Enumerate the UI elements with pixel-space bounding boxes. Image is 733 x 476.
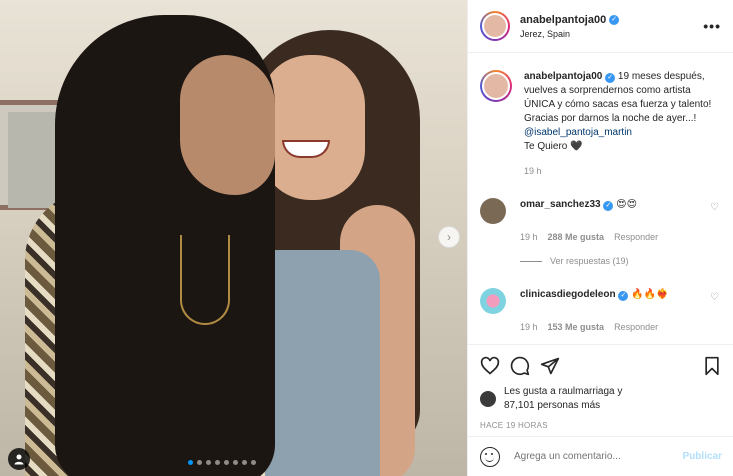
carousel-dot xyxy=(242,460,247,465)
carousel-dot xyxy=(215,460,220,465)
emoji-icon[interactable] xyxy=(480,446,500,467)
caption-line2: Gracias por darnos la noche de ayer...! xyxy=(524,113,697,124)
comment-likes[interactable]: 288 Me gusta xyxy=(548,232,605,242)
like-button[interactable] xyxy=(480,356,500,376)
heart-icon: ♡ xyxy=(710,202,719,213)
caption-end: Te Quiero 🖤 xyxy=(524,141,583,152)
bookmark-icon xyxy=(705,356,719,376)
verified-badge-icon: ✓ xyxy=(603,201,614,211)
carousel-dot xyxy=(224,460,229,465)
reply-button[interactable]: Responder xyxy=(614,232,658,242)
next-photo-button[interactable]: › xyxy=(438,226,460,248)
comment-time[interactable]: 19 h xyxy=(520,232,538,242)
comment-text: clinicasdiegodeleon ✓ 🔥🔥❤️‍🔥 xyxy=(520,288,710,302)
likes-line1[interactable]: Les gusta a raulmarriaga y xyxy=(504,385,622,399)
comment-likes[interactable]: 153 Me gusta xyxy=(548,322,605,332)
comment-icon xyxy=(510,356,530,376)
comment-input[interactable] xyxy=(514,451,683,462)
publish-button[interactable]: Publicar xyxy=(683,451,722,462)
post-modal: › anabelpantoja00 ✓ Jerez, Spain ••• ana… xyxy=(0,0,733,476)
like-comment-button[interactable]: ♡ xyxy=(710,202,722,213)
comment-item: clinicasdiegodeleon ✓ 🔥🔥❤️‍🔥 ♡ xyxy=(480,288,722,314)
like-comment-button[interactable]: ♡ xyxy=(710,292,722,303)
comment-body: 😍😍 xyxy=(616,199,638,210)
comment-body: 🔥🔥❤️‍🔥 xyxy=(631,289,669,300)
add-comment-bar: Publicar xyxy=(468,436,733,476)
caption-avatar[interactable] xyxy=(480,70,512,102)
verified-badge-icon: ✓ xyxy=(605,73,616,83)
replies-divider xyxy=(520,260,542,262)
carousel-dot xyxy=(233,460,238,465)
post-photo[interactable]: › xyxy=(0,0,467,476)
comments-list[interactable]: anabelpantoja00 ✓ 19 meses después, vuel… xyxy=(468,54,733,344)
comment-time[interactable]: 19 h xyxy=(520,322,538,332)
heart-icon: ♡ xyxy=(710,292,719,303)
carousel-dot xyxy=(251,460,256,465)
paper-plane-icon xyxy=(540,357,560,375)
chevron-right-icon: › xyxy=(447,230,451,244)
post-timestamp[interactable]: HACE 19 HORAS xyxy=(480,421,722,430)
post-side-panel: anabelpantoja00 ✓ Jerez, Spain ••• anabe… xyxy=(467,0,733,476)
carousel-dot xyxy=(206,460,211,465)
view-replies-label[interactable]: Ver respuestas (19) xyxy=(550,256,629,266)
caption: anabelpantoja00 ✓ 19 meses después, vuel… xyxy=(480,70,722,154)
comment-item: omar_sanchez33 ✓ 😍😍 ♡ xyxy=(480,198,722,224)
commenter-username[interactable]: omar_sanchez33 xyxy=(520,199,601,210)
carousel-dot xyxy=(188,460,193,465)
more-options-button[interactable]: ••• xyxy=(703,18,721,34)
carousel-dot xyxy=(197,460,202,465)
author-avatar[interactable] xyxy=(480,11,510,41)
carousel-indicator xyxy=(188,460,256,465)
commenter-avatar[interactable] xyxy=(480,198,506,224)
author-username-row[interactable]: anabelpantoja00 ✓ xyxy=(520,14,620,26)
photo-person-left-face xyxy=(180,55,275,195)
heart-icon xyxy=(480,356,500,375)
caption-text: anabelpantoja00 ✓ 19 meses después, vuel… xyxy=(524,70,722,154)
caption-time[interactable]: 19 h xyxy=(524,166,722,176)
comment-text: omar_sanchez33 ✓ 😍😍 xyxy=(520,198,710,212)
caption-mention[interactable]: @isabel_pantoja_martin xyxy=(524,127,632,138)
comment-meta: 19 h 153 Me gusta Responder xyxy=(520,322,722,332)
post-header: anabelpantoja00 ✓ Jerez, Spain ••• xyxy=(468,0,733,53)
liker-avatar[interactable] xyxy=(480,391,496,407)
reply-button[interactable]: Responder xyxy=(614,322,658,332)
post-actions: Les gusta a raulmarriaga y 87,101 person… xyxy=(468,344,733,430)
tagged-users-button[interactable] xyxy=(8,448,30,470)
verified-badge-icon: ✓ xyxy=(618,291,629,301)
likes-summary[interactable]: Les gusta a raulmarriaga y 87,101 person… xyxy=(480,385,722,413)
photo-necklace xyxy=(180,235,230,325)
share-button[interactable] xyxy=(540,356,560,376)
view-replies-button[interactable]: Ver respuestas (19) xyxy=(520,256,722,266)
user-icon xyxy=(14,454,24,465)
ellipsis-icon: ••• xyxy=(703,18,721,34)
photo-person-right-face xyxy=(260,55,365,200)
comment-meta: 19 h 288 Me gusta Responder xyxy=(520,232,722,242)
commenter-username[interactable]: clinicasdiegodeleon xyxy=(520,289,616,300)
caption-username[interactable]: anabelpantoja00 xyxy=(524,71,602,82)
commenter-avatar[interactable] xyxy=(480,288,506,314)
author-username[interactable]: anabelpantoja00 xyxy=(520,14,606,26)
likes-line2[interactable]: 87,101 personas más xyxy=(504,399,622,413)
comment-button[interactable] xyxy=(510,356,530,376)
verified-badge-icon: ✓ xyxy=(609,14,620,25)
post-location[interactable]: Jerez, Spain xyxy=(520,29,703,39)
save-button[interactable] xyxy=(702,356,722,376)
